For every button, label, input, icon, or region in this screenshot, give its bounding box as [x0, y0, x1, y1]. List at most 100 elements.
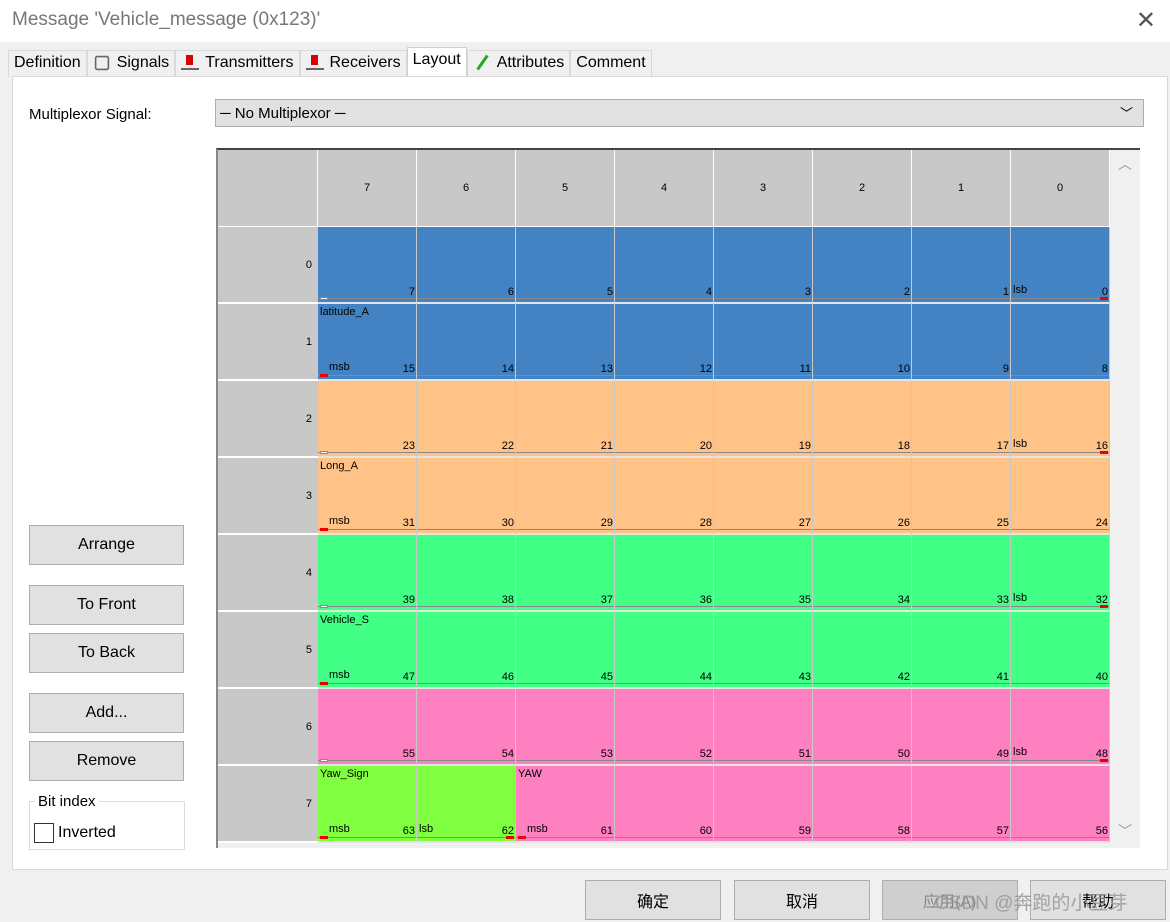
arrange-button[interactable]: Arrange: [29, 525, 184, 565]
bit-layout-grid[interactable]: 7 6 5 4 3 2 1 0 0 1 2 3 4 5 6 7 0 lsb 1 2 3 4 5 6 7 8 9 10 11 12 13 14 1…: [216, 148, 1140, 848]
bit-cell[interactable]: 41: [912, 612, 1011, 689]
bit-cell[interactable]: 11: [714, 304, 813, 381]
bit-cell[interactable]: 22: [417, 381, 516, 458]
bit-cell[interactable]: 6: [417, 227, 516, 304]
bit-cell[interactable]: 28: [615, 458, 714, 535]
lsb-label: lsb: [1013, 592, 1028, 604]
tab-label: Definition: [14, 54, 81, 71]
bit-cell[interactable]: 50: [813, 689, 912, 766]
bit-cell[interactable]: 38: [417, 535, 516, 612]
bit-cell[interactable]: 4: [615, 227, 714, 304]
inverted-checkbox[interactable]: [34, 823, 54, 843]
vertical-scrollbar[interactable]: ︿ ﹀: [1111, 150, 1138, 845]
tab-signals[interactable]: Signals: [86, 50, 176, 77]
bit-cell[interactable]: 37: [516, 535, 615, 612]
bit-cell[interactable]: 56: [1011, 766, 1110, 843]
tab-label: Comment: [576, 54, 646, 71]
bit-cell[interactable]: 8: [1011, 304, 1110, 381]
cancel-button[interactable]: 取消: [734, 880, 870, 920]
bit-number: 3: [804, 286, 811, 298]
bit-cell[interactable]: 45: [516, 612, 615, 689]
bit-cell[interactable]: 23: [318, 381, 417, 458]
tab-comment[interactable]: Comment: [570, 50, 652, 77]
bit-number: 13: [600, 363, 613, 375]
bit-number: 20: [699, 440, 712, 452]
tab-bar: Definition Signals Transmitters Receiver…: [8, 47, 652, 77]
bit-cell[interactable]: 9: [912, 304, 1011, 381]
bit-cell[interactable]: 15 latitude_A msb: [318, 304, 417, 381]
bit-number: 4: [705, 286, 712, 298]
chevron-down-icon[interactable]: ﹀: [1118, 821, 1132, 841]
tab-definition[interactable]: Definition: [8, 50, 87, 77]
tab-attributes[interactable]: Attributes: [466, 50, 571, 77]
ok-button[interactable]: 确定: [585, 880, 721, 920]
bit-cell[interactable]: 31 Long_A msb: [318, 458, 417, 535]
signal-bar: [813, 529, 911, 530]
bit-cell[interactable]: 7: [318, 227, 417, 304]
bit-cell[interactable]: 47 Vehicle_S msb: [318, 612, 417, 689]
bit-cell[interactable]: 32 lsb: [1011, 535, 1110, 612]
bit-cell[interactable]: 63 Yaw_Sign msb: [318, 766, 417, 843]
bit-cell[interactable]: 39: [318, 535, 417, 612]
bit-cell[interactable]: 27: [714, 458, 813, 535]
bit-cell[interactable]: 20: [615, 381, 714, 458]
bit-cell[interactable]: 19: [714, 381, 813, 458]
multiplexor-select[interactable]: ─ No Multiplexor ─ ﹀: [215, 99, 1144, 127]
bit-cell[interactable]: 58: [813, 766, 912, 843]
bit-cell[interactable]: 29: [516, 458, 615, 535]
close-icon[interactable]: ✕: [1136, 6, 1156, 35]
bit-cell[interactable]: 54: [417, 689, 516, 766]
bit-cell[interactable]: 52: [615, 689, 714, 766]
remove-button[interactable]: Remove: [29, 741, 184, 781]
bit-cell[interactable]: 57: [912, 766, 1011, 843]
bit-cell[interactable]: 59: [714, 766, 813, 843]
bit-cell[interactable]: 42: [813, 612, 912, 689]
bit-number: 39: [402, 594, 415, 606]
bit-cell[interactable]: 60: [615, 766, 714, 843]
bit-cell[interactable]: 51: [714, 689, 813, 766]
bit-cell[interactable]: 26: [813, 458, 912, 535]
bit-cell[interactable]: 43: [714, 612, 813, 689]
bit-cell[interactable]: 3: [714, 227, 813, 304]
signal-bar: [1011, 683, 1109, 684]
bit-cell[interactable]: 10: [813, 304, 912, 381]
bit-cell[interactable]: 25: [912, 458, 1011, 535]
bit-cell[interactable]: 55: [318, 689, 417, 766]
bit-cell[interactable]: 18: [813, 381, 912, 458]
bit-cell[interactable]: 53: [516, 689, 615, 766]
bit-cell[interactable]: 62 lsb: [417, 766, 516, 843]
bit-cell[interactable]: 14: [417, 304, 516, 381]
bit-cell[interactable]: 35: [714, 535, 813, 612]
signal-bar: [615, 683, 713, 684]
bit-cell[interactable]: 48 lsb: [1011, 689, 1110, 766]
tab-layout[interactable]: Layout: [406, 47, 467, 77]
bit-cell[interactable]: 49: [912, 689, 1011, 766]
bit-cell[interactable]: 30: [417, 458, 516, 535]
to-front-button[interactable]: To Front: [29, 585, 184, 625]
bit-cell[interactable]: 33: [912, 535, 1011, 612]
bit-cell[interactable]: 24: [1011, 458, 1110, 535]
bit-cell[interactable]: 17: [912, 381, 1011, 458]
tab-receivers[interactable]: Receivers: [299, 50, 407, 77]
bit-cell[interactable]: 34: [813, 535, 912, 612]
chevron-up-icon[interactable]: ︿: [1118, 154, 1132, 174]
bit-cell[interactable]: 13: [516, 304, 615, 381]
bit-cell[interactable]: 61 YAW msb: [516, 766, 615, 843]
to-back-button[interactable]: To Back: [29, 633, 184, 673]
bit-cell[interactable]: 36: [615, 535, 714, 612]
inverted-label[interactable]: Inverted: [58, 824, 116, 842]
bit-cell[interactable]: 1: [912, 227, 1011, 304]
tab-transmitters[interactable]: Transmitters: [175, 50, 300, 77]
bit-cell[interactable]: 12: [615, 304, 714, 381]
bit-cell[interactable]: 0 lsb: [1011, 227, 1110, 304]
bit-cell[interactable]: 21: [516, 381, 615, 458]
bit-cell[interactable]: 46: [417, 612, 516, 689]
signal-bar: [912, 529, 1010, 530]
bit-cell[interactable]: 2: [813, 227, 912, 304]
bit-cell[interactable]: 44: [615, 612, 714, 689]
add-button[interactable]: Add...: [29, 693, 184, 733]
bit-cell[interactable]: 16 lsb: [1011, 381, 1110, 458]
watermark: CSDN @奔跑的小豆芽: [935, 893, 1128, 914]
bit-cell[interactable]: 40: [1011, 612, 1110, 689]
bit-cell[interactable]: 5: [516, 227, 615, 304]
